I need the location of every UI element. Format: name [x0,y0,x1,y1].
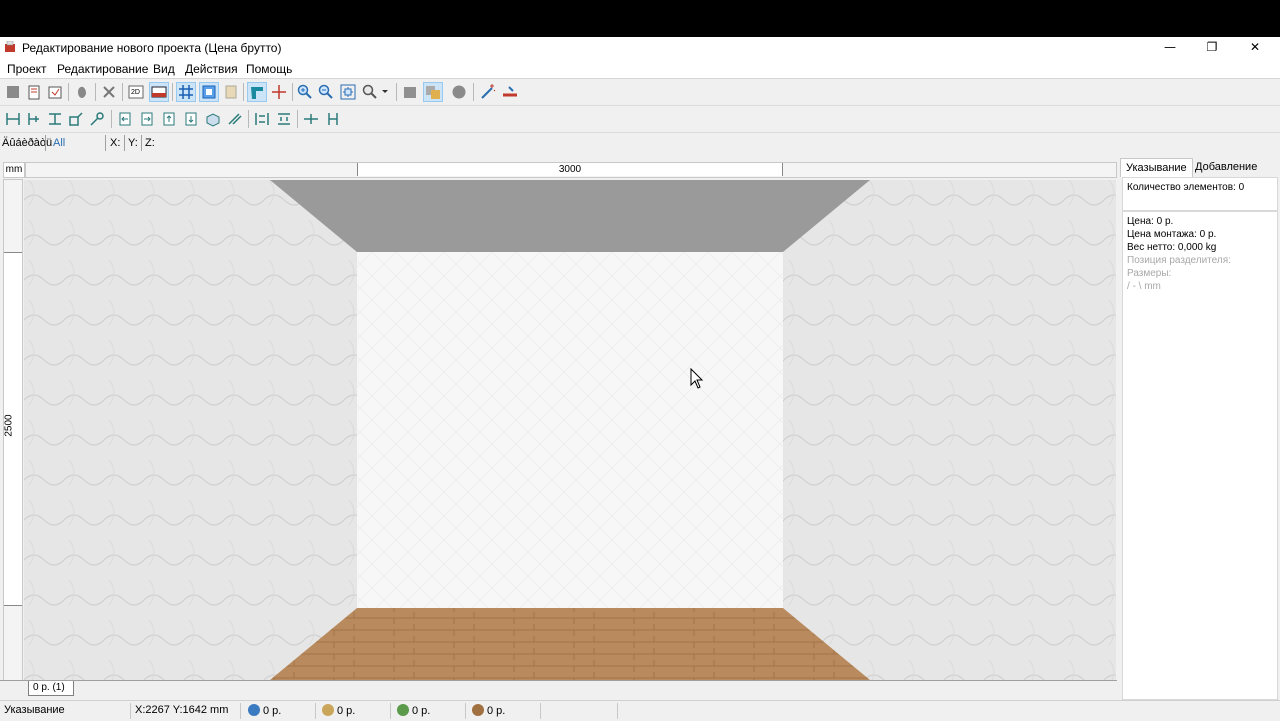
x-coordinate-field[interactable]: X: [110,137,120,149]
globe-icon [248,704,260,716]
title-bar: Редактирование нового проекта (Цена брут… [0,37,1280,59]
grid-icon[interactable] [176,82,196,102]
magic-wand-icon[interactable] [479,83,497,101]
elements-count-box: Количество элементов: 0 [1122,177,1278,211]
mirror-icon[interactable] [226,110,244,128]
2d-view-icon[interactable]: 2D [127,83,145,101]
zoom-dropdown-icon[interactable] [361,83,389,101]
align-left-icon[interactable] [4,110,22,128]
frame-icon[interactable] [199,82,219,102]
zoom-out-icon[interactable] [317,83,335,101]
distribute-v-icon[interactable] [275,110,293,128]
spacing-h-icon[interactable] [302,110,320,128]
tab-pointing[interactable]: Указывание [1120,158,1193,177]
menu-view[interactable]: Вид [153,62,175,76]
open-project-icon[interactable] [46,83,64,101]
snap-icon[interactable] [247,82,267,102]
wall-icon[interactable] [222,83,240,101]
measure-icon[interactable] [501,83,519,101]
ceiling [270,180,870,252]
minimize-button[interactable]: — [1149,37,1191,59]
sheet-tab-bar: 0 р. (1) [0,680,1117,697]
divider-position-label: Позиция разделителя: [1127,255,1231,266]
svg-text:2D: 2D [131,89,140,96]
status-value-3: 0 р. [397,704,430,717]
filter-select[interactable]: All [53,137,65,149]
alignment-toolbar [0,106,1280,133]
app-icon [5,41,15,52]
sheet-tab[interactable]: 0 р. (1) [28,681,74,696]
key-icon[interactable] [88,110,106,128]
layers-icon[interactable] [423,82,443,102]
new-project-icon[interactable] [25,83,43,101]
y-coordinate-field[interactable]: Y: [128,137,138,149]
sizes-label: Размеры: [1127,268,1172,279]
sphere-icon[interactable] [450,83,468,101]
zoom-in-icon[interactable] [296,83,314,101]
tools-icon [472,704,484,716]
crosshair-icon[interactable] [270,83,288,101]
box-icon[interactable] [401,83,419,101]
move-right-icon[interactable] [138,110,156,128]
properties-panel: Указывание Добавление Количество элемент… [1120,158,1280,700]
menu-actions[interactable]: Действия [185,62,238,76]
box-price-icon [397,704,409,716]
menu-help[interactable]: Помощь [246,62,292,76]
close-button[interactable]: ✕ [1234,37,1276,59]
stop-icon[interactable] [4,83,22,101]
elements-count: Количество элементов: 0 [1127,182,1245,193]
horizontal-ruler: 3000 [25,162,1117,178]
3d-viewport[interactable]: mm 3000 2500 [0,158,1117,681]
status-value-1: 0 р. [248,704,281,717]
coin-icon [322,704,334,716]
floor [270,608,870,680]
move-left-icon[interactable] [116,110,134,128]
vertical-ruler: 2500 [3,179,23,681]
unit-label: mm [3,162,25,178]
move-up-icon[interactable] [160,110,178,128]
price-label: Цена: 0 р. [1127,216,1174,227]
net-weight-label: Вес нетто: 0,000 kg [1127,242,1217,253]
delete-icon[interactable] [100,83,118,101]
mm-label: / - \ mm [1127,281,1161,292]
main-toolbar: 2D [0,79,1280,106]
status-value-4: 0 р. [472,704,505,717]
align-center-h-icon[interactable] [25,110,43,128]
spacing-v-icon[interactable] [324,110,342,128]
height-dimension: 2500 [3,414,15,437]
room-scene[interactable] [24,180,1116,680]
zoom-fit-icon[interactable] [339,83,357,101]
distribute-h-icon[interactable] [253,110,271,128]
align-top-icon[interactable] [46,110,64,128]
app-window: Редактирование нового проекта (Цена брут… [0,37,1280,721]
install-price-label: Цена монтажа: 0 р. [1127,229,1217,240]
menu-edit[interactable]: Редактирование [57,62,148,76]
move-down-icon[interactable] [182,110,200,128]
hand-icon[interactable] [73,83,91,101]
window-title: Редактирование нового проекта (Цена брут… [22,41,282,55]
status-coordinates: X:2267 Y:1642 mm [135,704,229,716]
restore-button[interactable]: ❐ [1191,37,1233,59]
status-value-2: 0 р. [322,704,355,717]
z-coordinate-field[interactable]: Z: [145,137,155,149]
status-bar: Указывание X:2267 Y:1642 mm 0 р. 0 р. 0 … [0,700,1280,721]
details-box: Цена: 0 р. Цена монтажа: 0 р. Вес нетто:… [1122,211,1278,700]
menu-bar: Проект Редактирование Вид Действия Помощ… [0,59,1280,79]
width-dimension: 3000 [357,163,783,176]
rotate-icon[interactable] [67,110,85,128]
tab-adding[interactable]: Добавление [1190,158,1262,176]
menu-project[interactable]: Проект [7,62,47,76]
3d-rotate-icon[interactable] [204,110,222,128]
filter-bar: Äûáèðàòü All X: Y: Z: [0,133,1280,153]
status-mode: Указывание [4,704,65,716]
3d-view-icon[interactable] [149,82,169,102]
